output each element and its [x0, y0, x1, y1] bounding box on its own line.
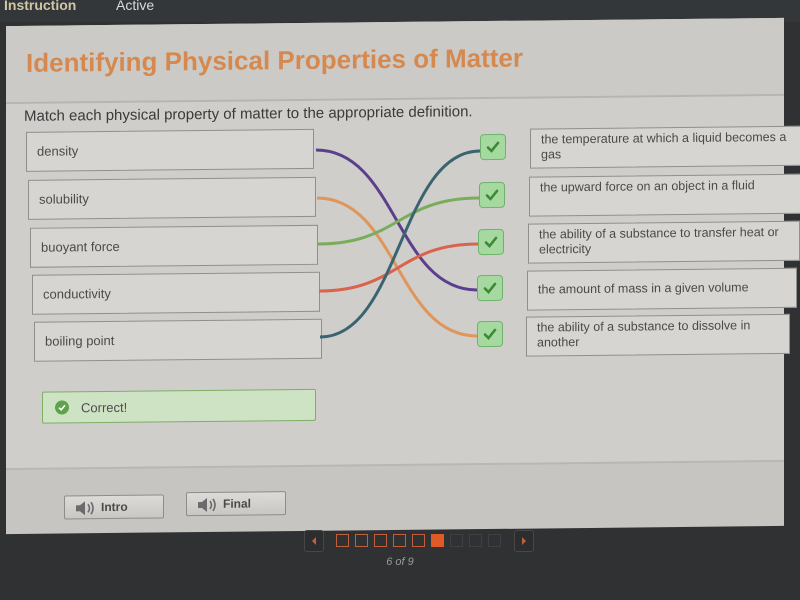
checkmark-icon: [486, 141, 500, 153]
matching-area: Match each physical property of matter t…: [6, 95, 800, 471]
page-step-6[interactable]: [431, 534, 444, 547]
page-navigator: [304, 528, 536, 552]
page-title: Identifying Physical Properties of Matte…: [26, 42, 523, 78]
match-check-2: [479, 181, 505, 209]
previous-page-button[interactable]: [304, 530, 324, 552]
page-step-4[interactable]: [393, 534, 406, 547]
definition-5[interactable]: the ability of a substance to dissolve i…: [526, 313, 790, 357]
match-check-5: [477, 320, 503, 348]
match-check-1: [480, 133, 506, 161]
term-buoyant-force[interactable]: buoyant force: [30, 224, 318, 268]
checkmark-icon: [484, 236, 498, 248]
tab-instruction[interactable]: Instruction: [4, 0, 76, 13]
final-audio-button[interactable]: Final: [186, 491, 286, 517]
term-conductivity[interactable]: conductivity: [32, 271, 320, 315]
term-boiling-point[interactable]: boiling point: [34, 318, 322, 362]
term-label: buoyant force: [41, 238, 120, 255]
definition-1[interactable]: the temperature at which a liquid become…: [530, 125, 800, 169]
speaker-icon: [198, 497, 216, 512]
arrow-right-icon: [522, 537, 526, 545]
feedback-banner: Correct!: [42, 388, 316, 424]
tab-active[interactable]: Active: [116, 0, 154, 13]
page-step-5[interactable]: [412, 534, 425, 547]
definition-2[interactable]: the upward force on an object in a fluid: [529, 173, 800, 217]
term-solubility[interactable]: solubility: [28, 176, 316, 220]
match-check-3: [478, 228, 504, 256]
final-label: Final: [223, 496, 252, 511]
page-step-3[interactable]: [374, 534, 387, 547]
arrow-left-icon: [312, 537, 316, 545]
term-density[interactable]: density: [26, 128, 314, 172]
term-label: density: [37, 143, 79, 159]
checkmark-icon: [483, 282, 497, 294]
next-page-button[interactable]: [514, 530, 534, 552]
term-label: boiling point: [45, 332, 115, 349]
definition-label: the amount of mass in a given volume: [538, 280, 749, 297]
page-step-7[interactable]: [450, 534, 463, 547]
instructions-text: Match each physical property of matter t…: [24, 103, 473, 125]
activity-header: Identifying Physical Properties of Matte…: [6, 17, 784, 105]
feedback-text: Correct!: [81, 399, 128, 416]
definition-label: the ability of a substance to dissolve i…: [537, 318, 751, 350]
term-label: solubility: [39, 191, 89, 207]
page-step-8[interactable]: [469, 534, 482, 547]
term-label: conductivity: [43, 285, 111, 302]
intro-audio-button[interactable]: Intro: [64, 494, 164, 520]
activity-card: Identifying Physical Properties of Matte…: [6, 17, 800, 535]
check-circle-icon: [55, 400, 69, 415]
definition-4[interactable]: the amount of mass in a given volume: [527, 267, 797, 311]
definition-3[interactable]: the ability of a substance to transfer h…: [528, 220, 800, 264]
intro-label: Intro: [101, 499, 128, 515]
definition-label: the temperature at which a liquid become…: [541, 129, 787, 162]
definition-label: the ability of a substance to transfer h…: [539, 224, 779, 257]
page-step-9[interactable]: [488, 534, 501, 547]
speaker-icon: [76, 501, 94, 516]
page-indicator: 6 of 9: [386, 556, 414, 568]
match-check-4: [477, 274, 503, 302]
checkmark-icon: [485, 189, 499, 201]
page-step-1[interactable]: [336, 534, 349, 547]
checkmark-icon: [483, 328, 497, 340]
page-step-2[interactable]: [355, 534, 368, 547]
definition-label: the upward force on an object in a fluid: [540, 178, 755, 195]
